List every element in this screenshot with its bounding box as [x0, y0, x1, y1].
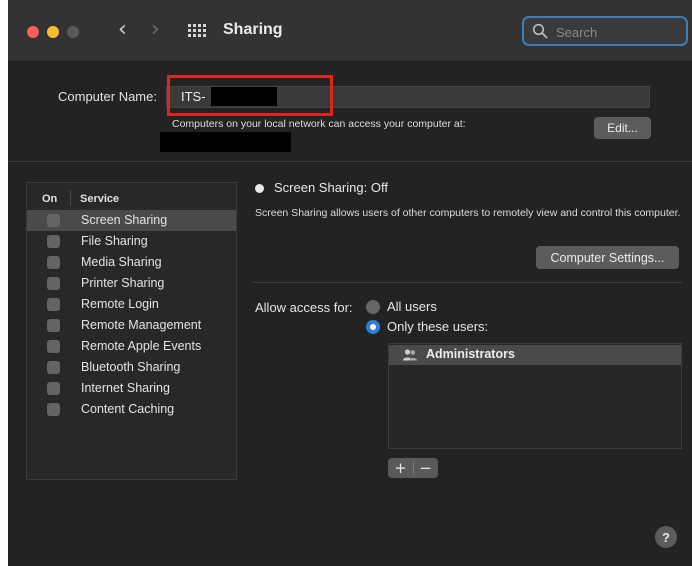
access-label: Allow access for:	[255, 300, 353, 315]
user-label: Administrators	[426, 347, 515, 361]
zoom-icon[interactable]	[67, 26, 79, 38]
service-row-content-caching[interactable]: Content Caching	[27, 399, 236, 420]
window-title: Sharing	[223, 21, 283, 38]
service-row-internet-sharing[interactable]: Internet Sharing	[27, 378, 236, 399]
service-checkbox[interactable]	[47, 361, 60, 374]
grid-icon[interactable]	[188, 24, 206, 38]
search-field[interactable]	[522, 16, 688, 46]
service-label: Remote Management	[81, 318, 202, 332]
service-checkbox[interactable]	[47, 214, 60, 227]
service-label: Internet Sharing	[81, 381, 170, 395]
all-users-label[interactable]: All users	[387, 299, 437, 314]
service-row-bluetooth-sharing[interactable]: Bluetooth Sharing	[27, 357, 236, 378]
search-icon	[532, 23, 548, 39]
redaction-bar-address	[160, 132, 291, 152]
minimize-icon[interactable]	[47, 26, 59, 38]
service-row-printer-sharing[interactable]: Printer Sharing	[27, 273, 236, 294]
divider	[8, 161, 692, 162]
service-label: Content Caching	[81, 402, 175, 416]
chevron-right-icon[interactable]: ›	[151, 18, 160, 42]
service-list: On Service Screen Sharing File Sharing M…	[26, 182, 237, 480]
users-list: Administrators	[388, 343, 682, 449]
service-checkbox[interactable]	[47, 340, 60, 353]
titlebar: ‹ › Sharing	[8, 0, 692, 62]
service-checkbox[interactable]	[47, 319, 60, 332]
search-input[interactable]	[554, 22, 678, 42]
highlight-annotation	[167, 75, 333, 116]
service-row-remote-management[interactable]: Remote Management	[27, 315, 236, 336]
group-icon	[403, 349, 417, 361]
service-row-remote-apple-events[interactable]: Remote Apple Events	[27, 336, 236, 357]
close-icon[interactable]	[27, 26, 39, 38]
status-indicator-icon	[255, 184, 264, 193]
service-status: Screen Sharing: Off	[274, 180, 388, 195]
all-users-radio[interactable]	[366, 300, 380, 314]
add-remove-control: + −	[388, 458, 438, 478]
computer-name-subtitle: Computers on your local network can acce…	[172, 118, 466, 130]
service-list-header: On Service	[27, 183, 236, 209]
service-checkbox[interactable]	[47, 298, 60, 311]
service-row-remote-login[interactable]: Remote Login	[27, 294, 236, 315]
only-these-users-radio[interactable]	[366, 320, 380, 334]
service-checkbox[interactable]	[47, 235, 60, 248]
service-checkbox[interactable]	[47, 382, 60, 395]
service-label: Remote Apple Events	[81, 339, 202, 353]
chevron-left-icon[interactable]: ‹	[118, 18, 127, 42]
service-label: Media Sharing	[81, 255, 162, 269]
computer-settings-button[interactable]: Computer Settings...	[536, 246, 679, 269]
service-label: Remote Login	[81, 297, 159, 311]
help-button[interactable]: ?	[655, 526, 677, 548]
service-checkbox[interactable]	[47, 256, 60, 269]
service-description: Screen Sharing allows users of other com…	[255, 207, 681, 219]
service-label: Screen Sharing	[81, 213, 168, 227]
add-user-button[interactable]: +	[388, 458, 413, 478]
service-label: Bluetooth Sharing	[81, 360, 181, 374]
computer-name-label: Computer Name:	[58, 89, 157, 104]
user-row-administrators[interactable]: Administrators	[389, 345, 681, 365]
service-checkbox[interactable]	[47, 277, 60, 290]
column-header-on: On	[42, 193, 58, 205]
remove-user-button[interactable]: −	[413, 458, 438, 478]
edit-button[interactable]: Edit...	[594, 117, 651, 139]
service-row-file-sharing[interactable]: File Sharing	[27, 231, 236, 252]
divider	[252, 282, 682, 283]
service-label: Printer Sharing	[81, 276, 165, 290]
service-checkbox[interactable]	[47, 403, 60, 416]
service-label: File Sharing	[81, 234, 148, 248]
only-these-users-label[interactable]: Only these users:	[387, 319, 488, 334]
service-row-media-sharing[interactable]: Media Sharing	[27, 252, 236, 273]
column-divider	[70, 190, 71, 206]
sharing-window: ‹ › Sharing Computer Name: ITS- Computer…	[8, 0, 692, 566]
column-header-service: Service	[80, 193, 120, 205]
service-row-screen-sharing[interactable]: Screen Sharing	[27, 210, 236, 231]
